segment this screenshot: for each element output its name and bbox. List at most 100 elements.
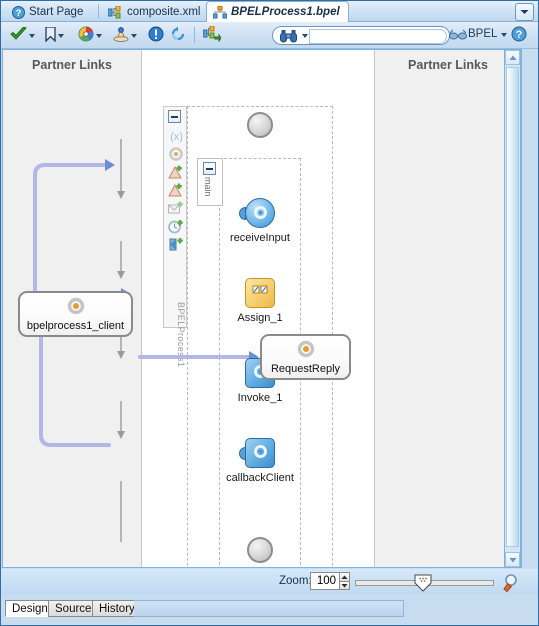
green-check-icon [10,25,27,45]
refresh-button[interactable] [170,26,186,45]
process-side-strip: (x) BPELProcess1 [163,106,187,367]
collapse-minus-icon[interactable] [168,110,181,123]
refresh-icon [170,26,186,45]
partner-link-label: RequestReply [270,363,341,375]
tab-label: Design [12,602,48,615]
zoom-toolbar: Zoom: [0,569,539,595]
scrollbar-thumb[interactable] [506,67,519,547]
binoculars-icon [280,29,297,46]
assign-copy-icon [252,284,269,302]
editor-view-tabs: Design Source History [0,595,539,626]
bookmark-icon [45,25,56,45]
help-question-icon: ? [511,26,527,45]
svg-text:?: ? [516,29,523,41]
tab-composite-xml[interactable]: composite.xml [102,2,209,22]
tab-label: Source [55,602,92,615]
activity-label-Assign_1: Assign_1 [237,312,283,324]
color-palette-button[interactable] [78,26,102,45]
callback-input-nub [239,447,246,460]
tab-start-page[interactable]: ? Start Page [6,2,91,22]
sensor-add-icon[interactable] [167,181,185,199]
tab-list-menu-button[interactable] [515,3,534,21]
activity-label-callbackClient: callbackClient [226,472,294,484]
zoom-slider-thumb[interactable] [414,574,432,592]
receive-gear-icon [253,205,268,222]
spinner-up-icon[interactable] [339,572,350,581]
activity-label-receiveInput: receiveInput [230,232,290,244]
view-mode-label: BPEL [468,28,498,40]
activity-label-Invoke_1: Invoke_1 [237,392,283,404]
bookmark-dropdown-arrow[interactable] [58,33,64,38]
editor-tab-strip: ? Start Page composite.xml BPELProcess1.… [0,0,539,22]
main-scope-box: main [197,158,223,206]
composite-icon [107,5,123,19]
tab-bpelprocess1-bpel[interactable]: BPELProcess1.bpel [206,1,349,22]
toolbar-divider [194,27,195,43]
canvas-vertical-scrollbar[interactable] [504,49,521,568]
scope-label: main [203,177,213,197]
process-start-node[interactable] [247,112,273,138]
color-wheel-icon [78,26,94,45]
tab-label: History [99,602,135,615]
scroll-up-arrow-icon[interactable] [505,50,520,65]
blue-exclamation-icon [148,26,164,45]
reply-gear-icon [253,444,268,462]
process-name-vertical-label: BPELProcess1 [176,302,186,368]
tab-strip-filler [134,600,404,617]
scope-collapse-minus-icon[interactable] [203,162,216,175]
right-lane-title: Partner Links [408,58,488,72]
search-input[interactable] [309,29,447,44]
search-dropdown-arrow[interactable] [302,34,308,38]
error-indicator-button[interactable] [148,26,164,45]
deploy-button[interactable] [113,26,137,45]
gear-gray-icon[interactable] [167,145,185,163]
partner-link-label: bpelprocess1_client [26,320,125,332]
view-mode-dropdown-arrow[interactable] [501,33,507,37]
right-partner-links-lane: Partner Links [374,50,521,567]
process-end-node[interactable] [247,537,273,563]
bpel-process-icon [212,5,228,19]
magnifier-icon[interactable] [503,573,521,593]
composite-arrow-icon [202,25,222,45]
partner-link-gear-icon [295,339,317,363]
timeout-add-icon[interactable] [167,217,185,235]
partner-link-gear-icon [65,296,87,320]
deploy-dropdown-arrow[interactable] [131,33,137,38]
activity-callbackClient[interactable] [245,438,275,468]
tab-separator [98,4,99,18]
receive-input-nub [239,207,246,220]
validate-button[interactable] [10,25,35,45]
partner-link-requestreply[interactable]: RequestReply [260,334,351,380]
bookmark-button[interactable] [45,25,64,45]
tab-source[interactable]: Source [48,600,99,617]
fault-add-icon[interactable] [167,235,185,253]
activity-receiveInput[interactable] [245,198,275,228]
tab-label: BPELProcess1.bpel [231,6,340,18]
deploy-icon [113,26,129,45]
svg-text:(x): (x) [170,131,183,143]
bpel-designer-window: ? Start Page composite.xml BPELProcess1.… [0,0,539,626]
open-composite-button[interactable] [202,25,222,45]
view-mode-button[interactable] [449,26,467,45]
svg-text:?: ? [16,8,22,18]
search-box[interactable] [272,26,450,45]
tab-label: Start Page [29,6,84,18]
help-question-icon: ? [12,5,25,19]
activity-Assign_1[interactable] [245,278,275,308]
zoom-label: Zoom: [279,575,312,587]
variable-x-icon[interactable]: (x) [167,127,185,145]
message-add-icon[interactable] [167,199,185,217]
validate-dropdown-arrow[interactable] [29,33,35,38]
glasses-icon [449,28,467,44]
zoom-input[interactable] [310,572,340,590]
scroll-down-arrow-icon[interactable] [505,552,520,567]
help-button[interactable]: ? [511,26,527,45]
partner-link-bpelprocess1-client[interactable]: bpelprocess1_client [18,291,133,337]
editor-toolbar: BPEL ? [0,22,539,49]
left-lane-title: Partner Links [32,58,112,72]
palette-dropdown-arrow[interactable] [96,33,102,38]
spinner-down-icon[interactable] [339,581,350,590]
chevron-down-icon [520,6,529,18]
bpel-design-canvas[interactable]: Partner Links Partner Links (x) BPELProc… [2,49,522,568]
correlation-add-icon[interactable] [167,163,185,181]
